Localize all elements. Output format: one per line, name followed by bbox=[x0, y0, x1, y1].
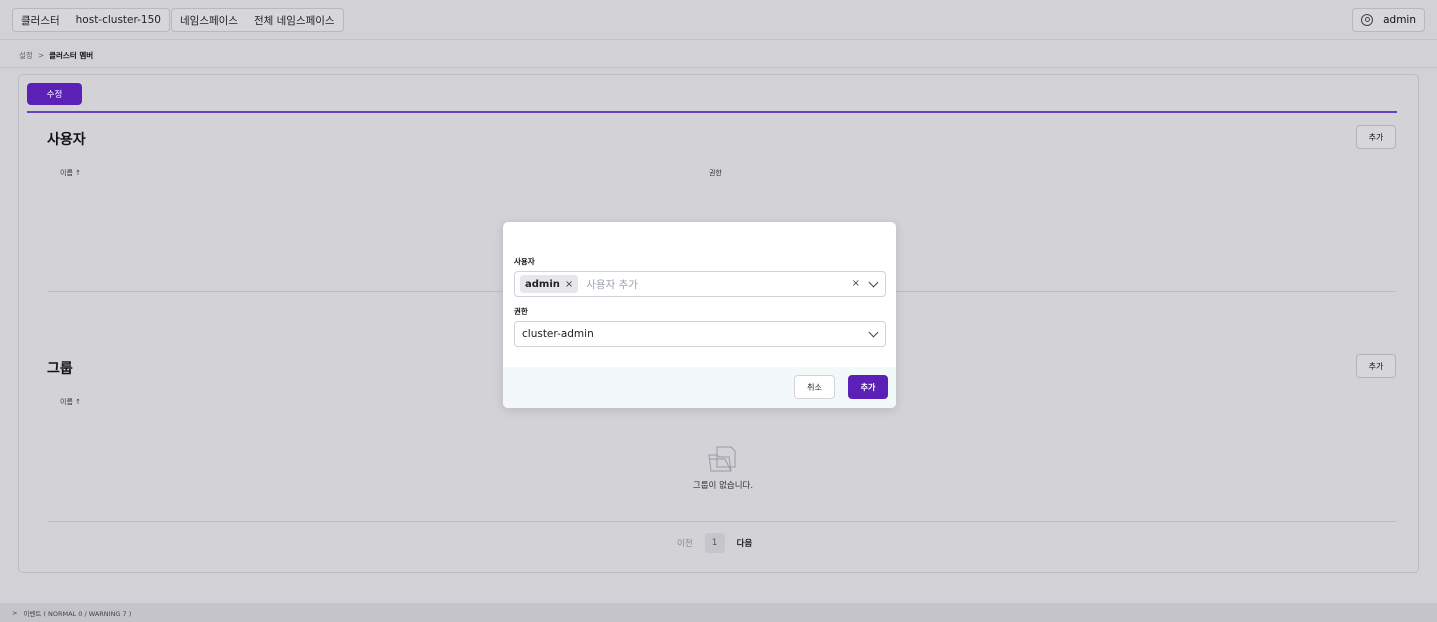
pagination: 이전 1 다음 bbox=[677, 533, 752, 553]
modal-footer bbox=[503, 367, 896, 408]
namespace-value: 전체 네임스페이스 bbox=[253, 14, 335, 27]
breadcrumb: 설정 > 클러스터 멤버 bbox=[19, 50, 93, 61]
groups-col-name[interactable]: 이름 ↑ bbox=[60, 397, 81, 407]
namespace-label: 네임스페이스 bbox=[180, 14, 238, 27]
event-toggle-icon[interactable]: > bbox=[12, 609, 17, 617]
selected-user-name: admin bbox=[525, 278, 560, 290]
event-bar[interactable]: > 이벤트 ( NORMAL 0 / WARNING 7 ) bbox=[0, 603, 1437, 622]
user-multiselect[interactable]: admin × 사용자 추가 × bbox=[514, 271, 886, 297]
event-summary: 이벤트 ( NORMAL 0 / WARNING 7 ) bbox=[23, 609, 132, 618]
next-page-button[interactable]: 다음 bbox=[737, 537, 753, 549]
chevron-down-icon[interactable] bbox=[868, 277, 879, 288]
breadcrumb-parent[interactable]: 설정 bbox=[19, 50, 33, 61]
add-member-modal: 사용자 admin × 사용자 추가 × 권한 cluster-admin 취소… bbox=[503, 222, 896, 408]
breadcrumb-current: 클러스터 멤버 bbox=[49, 51, 94, 60]
user-menu-button[interactable]: admin bbox=[1352, 8, 1425, 32]
add-user-button[interactable]: 추가 bbox=[1356, 125, 1396, 149]
namespace-selector[interactable]: 네임스페이스 전체 네임스페이스 bbox=[171, 8, 344, 32]
clear-icon[interactable]: × bbox=[852, 278, 860, 289]
groups-empty-text: 그룹이 없습니다. bbox=[692, 481, 754, 491]
user-icon bbox=[1361, 14, 1374, 26]
confirm-add-button[interactable]: 추가 bbox=[848, 375, 888, 399]
breadcrumb-divider bbox=[0, 67, 1437, 68]
groups-section-title: 그룹 bbox=[47, 361, 73, 377]
cluster-label: 클러스터 bbox=[21, 14, 60, 27]
cluster-selector[interactable]: 클러스터 host-cluster-150 bbox=[12, 8, 170, 32]
cancel-button[interactable]: 취소 bbox=[794, 375, 835, 399]
page-number-button[interactable]: 1 bbox=[704, 533, 725, 553]
cluster-value: host-cluster-150 bbox=[75, 14, 161, 26]
edit-button[interactable]: 수정 bbox=[27, 83, 82, 105]
breadcrumb-separator: > bbox=[37, 51, 45, 60]
user-name: admin bbox=[1383, 14, 1416, 26]
tab-underline bbox=[27, 111, 1397, 113]
chevron-down-icon[interactable] bbox=[868, 327, 879, 338]
users-col-role: 권한 bbox=[709, 169, 722, 177]
role-select[interactable]: cluster-admin bbox=[514, 321, 886, 347]
user-search-input[interactable]: 사용자 추가 bbox=[586, 277, 638, 292]
user-field-label: 사용자 bbox=[514, 257, 535, 266]
selected-user-tag: admin × bbox=[520, 275, 579, 293]
users-section-title: 사용자 bbox=[47, 132, 86, 148]
users-col-name[interactable]: 이름 ↑ bbox=[60, 168, 81, 178]
top-bar: 클러스터 host-cluster-150 네임스페이스 전체 네임스페이스 a… bbox=[0, 0, 1437, 40]
role-field-label: 권한 bbox=[514, 307, 528, 316]
add-group-button[interactable]: 추가 bbox=[1356, 354, 1396, 378]
prev-page-button[interactable]: 이전 bbox=[677, 537, 693, 549]
empty-folder-icon bbox=[708, 446, 736, 472]
remove-tag-icon[interactable]: × bbox=[565, 279, 573, 290]
groups-table-divider bbox=[48, 521, 1396, 522]
role-select-value: cluster-admin bbox=[522, 328, 594, 340]
